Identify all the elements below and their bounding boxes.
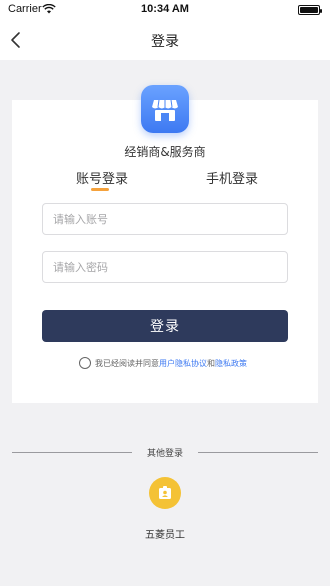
agreement-and: 和 bbox=[207, 359, 215, 368]
tab-phone-login[interactable]: 手机登录 bbox=[206, 168, 258, 187]
brand-name: 经销商&服务商 bbox=[124, 145, 206, 159]
wuling-employee-label: 五菱员工 bbox=[145, 530, 185, 541]
privacy-policy-link[interactable]: 隐私政策 bbox=[215, 359, 247, 368]
agree-checkbox[interactable] bbox=[79, 357, 91, 369]
brand-logo bbox=[141, 85, 189, 133]
employee-badge-icon bbox=[159, 486, 171, 499]
divider-right bbox=[198, 452, 318, 453]
password-input[interactable] bbox=[42, 251, 288, 283]
status-bar: Carrier 10:34 AM bbox=[0, 0, 330, 20]
page-title: 登录 bbox=[151, 34, 179, 50]
tab-account-login[interactable]: 账号登录 bbox=[76, 168, 128, 187]
battery-icon bbox=[298, 5, 322, 15]
account-input[interactable] bbox=[42, 203, 288, 235]
active-tab-indicator bbox=[91, 188, 109, 191]
nav-bar: 登录 bbox=[0, 20, 330, 60]
wuling-employee-button[interactable] bbox=[149, 477, 181, 509]
agreement-text: 我已经阅读并同意用户隐私协议和隐私政策 bbox=[95, 358, 247, 369]
user-privacy-link[interactable]: 用户隐私协议 bbox=[159, 359, 207, 368]
store-icon bbox=[152, 99, 178, 121]
status-time: 10:34 AM bbox=[141, 3, 189, 15]
login-button[interactable]: 登录 bbox=[42, 310, 288, 342]
agreement-prefix: 我已经阅读并同意 bbox=[95, 359, 159, 368]
